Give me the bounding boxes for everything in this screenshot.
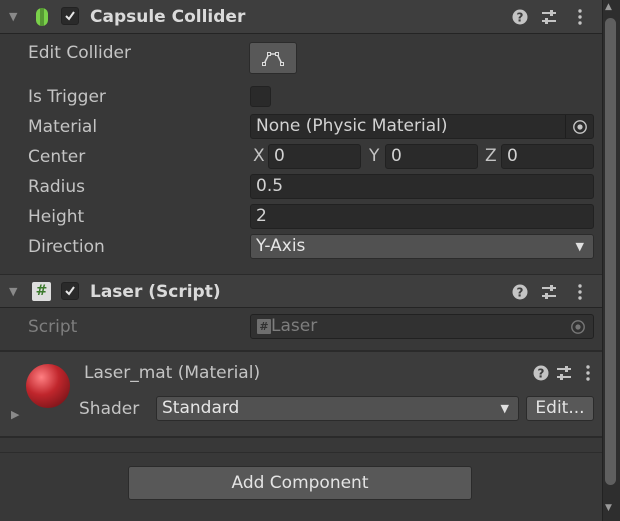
height-field[interactable]: 2	[250, 204, 594, 229]
enabled-checkbox[interactable]	[61, 282, 79, 300]
edit-shader-button[interactable]: Edit...	[526, 396, 594, 421]
edit-collider-label: Edit Collider	[28, 43, 132, 63]
scroll-down-icon[interactable]: ▼	[605, 503, 612, 513]
material-title: Laser_mat (Material)	[84, 358, 260, 388]
shader-value: Standard	[162, 398, 240, 418]
chevron-down-icon: ▼	[500, 402, 509, 415]
script-label: Script	[28, 317, 78, 337]
capsule-collider-icon	[35, 7, 49, 27]
height-label: Height	[28, 207, 85, 227]
edit-bounds-icon	[262, 52, 284, 66]
presets-icon[interactable]	[555, 356, 573, 393]
material-object-field[interactable]: None (Physic Material)	[250, 114, 594, 139]
svg-text:?: ?	[517, 286, 524, 300]
script-value: Laser	[271, 316, 318, 336]
object-picker-button[interactable]	[565, 115, 593, 138]
component-title: Capsule Collider	[90, 7, 246, 27]
script-object-field: # Laser	[250, 314, 594, 339]
object-picker-icon	[573, 120, 587, 134]
center-y-label: Y	[369, 146, 380, 166]
center-z-value: 0	[507, 146, 518, 166]
add-component-button[interactable]: Add Component	[128, 466, 472, 500]
is-trigger-checkbox[interactable]	[250, 86, 271, 107]
center-x-field[interactable]: 0	[268, 144, 361, 169]
direction-label: Direction	[28, 237, 105, 257]
scrollbar-thumb[interactable]	[605, 18, 616, 485]
material-label: Material	[28, 117, 98, 137]
script-file-icon: #	[257, 318, 271, 334]
help-icon[interactable]: ?	[511, 0, 529, 37]
center-x-value: 0	[274, 146, 285, 166]
material-value: None (Physic Material)	[256, 116, 448, 136]
help-icon[interactable]: ?	[532, 356, 550, 393]
kebab-menu-icon[interactable]	[571, 0, 589, 37]
foldout-arrow-icon[interactable]: ▼	[9, 0, 17, 34]
capsule-collider-header[interactable]: ▼ Capsule Collider ?	[0, 0, 602, 34]
center-y-field[interactable]: 0	[385, 144, 478, 169]
presets-icon[interactable]	[540, 275, 558, 312]
center-z-label: Z	[485, 146, 497, 166]
edit-collider-button[interactable]	[249, 42, 297, 74]
material-type: (Material)	[177, 363, 261, 383]
direction-dropdown[interactable]: Y-Axis ▼	[250, 234, 594, 259]
component-title: Laser (Script)	[90, 282, 221, 302]
material-preview-sphere	[26, 364, 70, 408]
shader-label: Shader	[79, 399, 140, 419]
center-label: Center	[28, 147, 86, 167]
is-trigger-label: Is Trigger	[28, 87, 106, 107]
center-x-label: X	[253, 146, 265, 166]
scroll-up-icon[interactable]: ▲	[605, 2, 612, 12]
csharp-script-icon: #	[32, 282, 51, 301]
chevron-down-icon: ▼	[575, 240, 584, 253]
center-y-value: 0	[391, 146, 402, 166]
shader-dropdown[interactable]: Standard ▼	[156, 396, 519, 421]
material-name: Laser_mat	[84, 363, 173, 383]
kebab-menu-icon[interactable]	[571, 275, 589, 312]
svg-text:?: ?	[517, 11, 524, 25]
radius-field[interactable]: 0.5	[250, 174, 594, 199]
help-icon[interactable]: ?	[511, 275, 529, 312]
radius-value: 0.5	[256, 176, 284, 196]
object-picker-icon	[571, 320, 585, 334]
foldout-arrow-icon[interactable]: ▼	[9, 275, 17, 309]
section-divider	[0, 436, 602, 438]
enabled-checkbox[interactable]	[61, 7, 79, 25]
svg-text:?: ?	[538, 367, 545, 381]
kebab-menu-icon[interactable]	[579, 356, 597, 393]
center-z-field[interactable]: 0	[501, 144, 594, 169]
expand-arrow-icon[interactable]: ▶	[11, 408, 19, 421]
height-value: 2	[256, 206, 267, 226]
radius-label: Radius	[28, 177, 86, 197]
section-divider	[0, 452, 602, 453]
laser-script-header[interactable]: ▼ # Laser (Script) ?	[0, 274, 602, 308]
direction-value: Y-Axis	[256, 236, 306, 256]
presets-icon[interactable]	[540, 0, 558, 37]
